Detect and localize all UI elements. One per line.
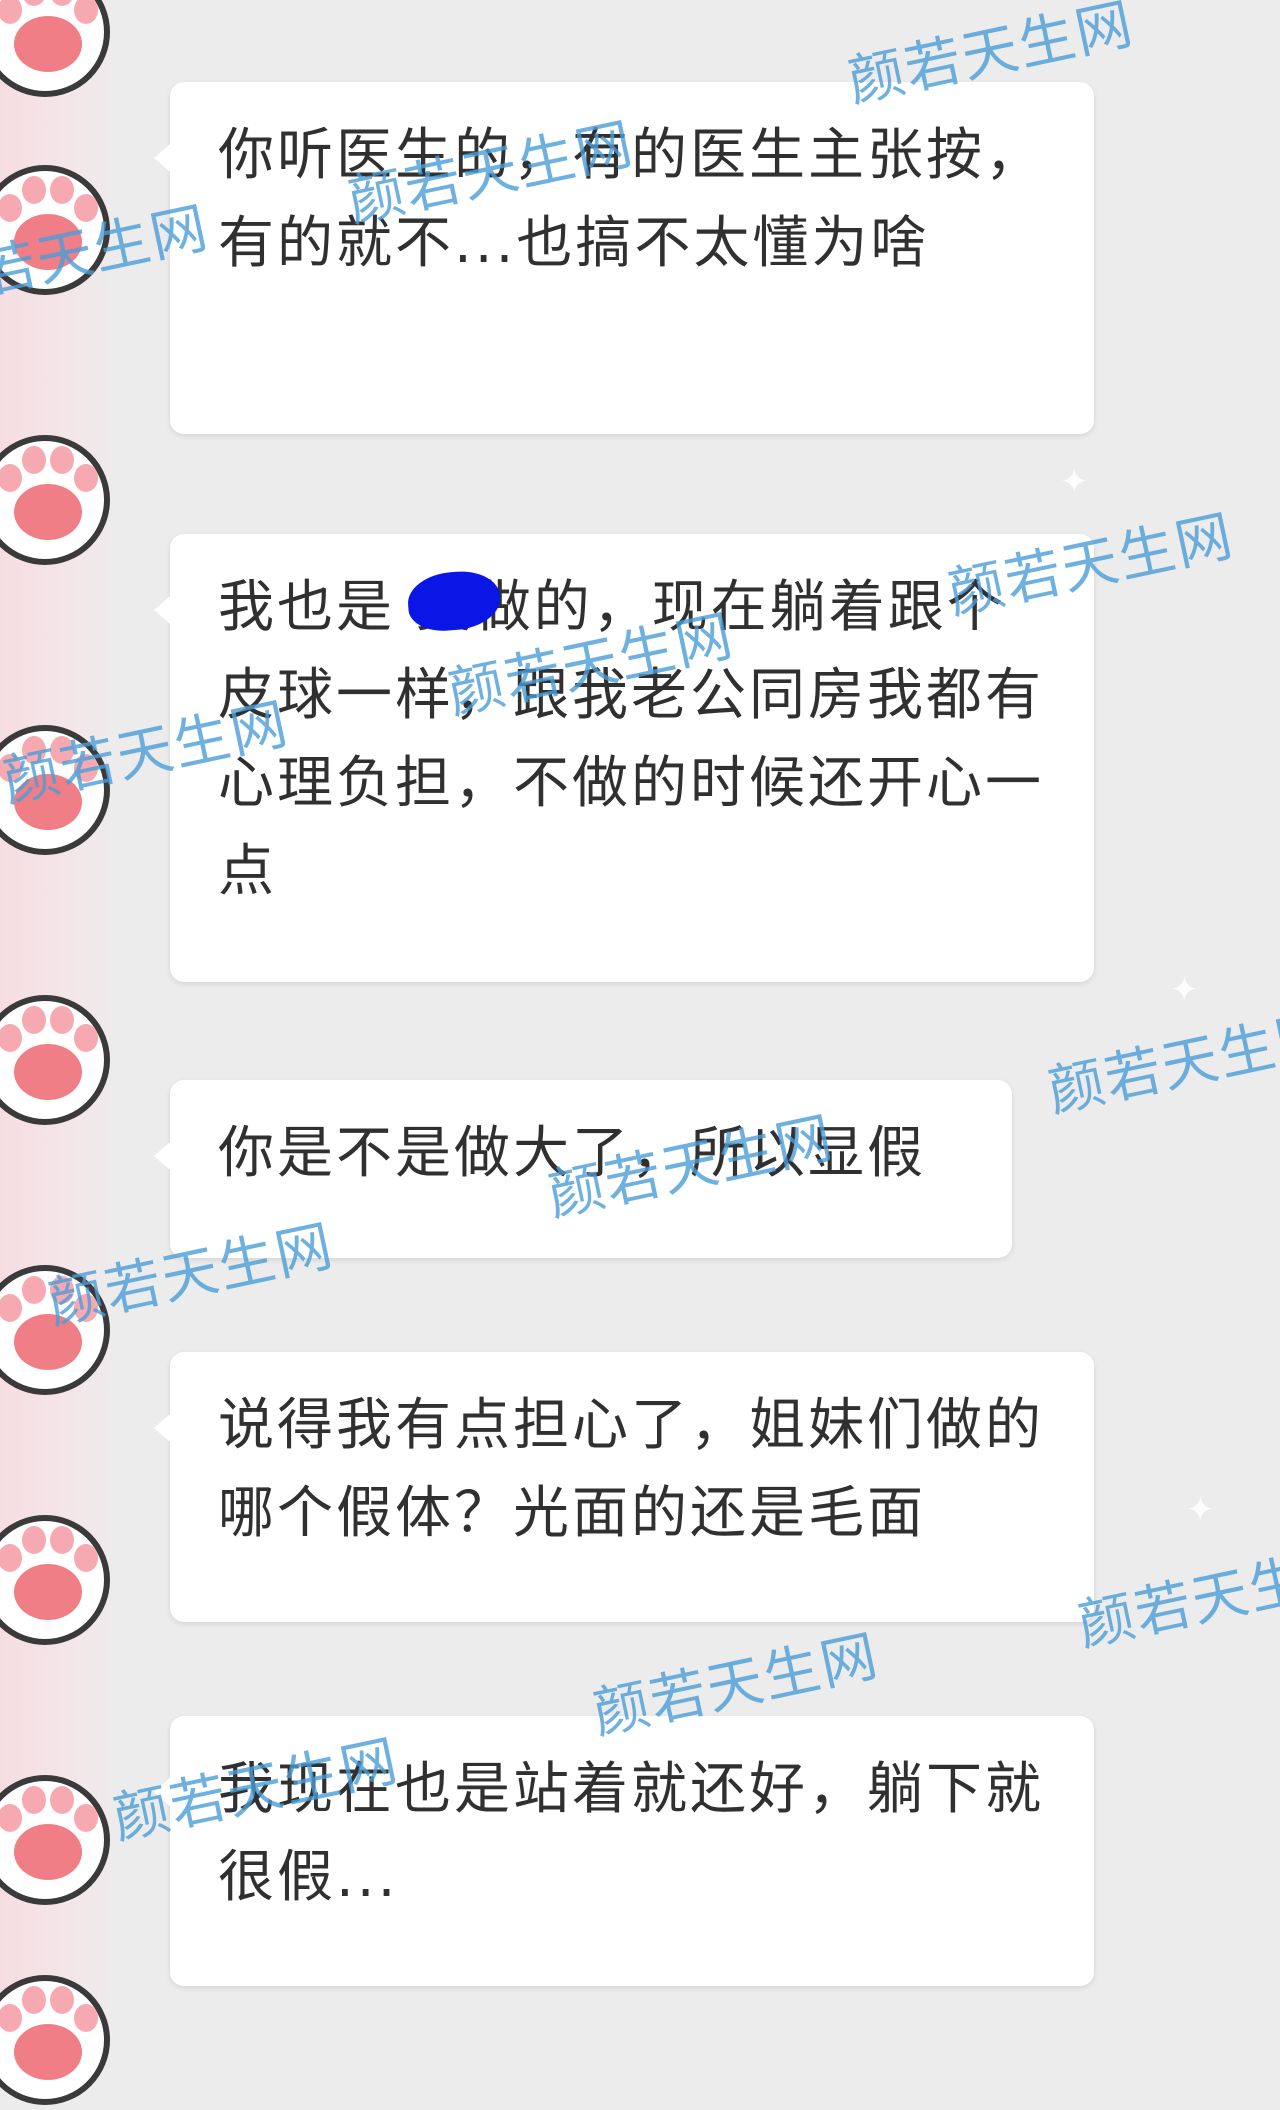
sparkle-icon: ✦ <box>1186 1490 1215 1530</box>
message-text: 你听医生的，有的医生主张按，有的就不...也搞不太懂为啥 <box>218 123 1044 276</box>
sparkle-icon: ✦ <box>1060 462 1089 502</box>
chat-screen: 你听医生的，有的医生主张按，有的就不...也搞不太懂为啥 我也是 美做的，现在躺… <box>0 0 1280 2044</box>
paw-icon[interactable] <box>0 710 120 860</box>
watermark: 颜若天生网 <box>1072 1535 1280 1660</box>
paw-icon[interactable] <box>0 0 120 102</box>
paw-icon[interactable] <box>0 1500 120 1650</box>
paw-icon[interactable] <box>0 420 120 570</box>
message-text: 我也是 美做的，现在躺着跟个皮球一样，跟我老公同房我都有心理负担，不做的时候还开… <box>218 575 1044 904</box>
paw-icon[interactable] <box>0 1960 120 2110</box>
message-bubble[interactable]: 你听医生的，有的医生主张按，有的就不...也搞不太懂为啥 <box>154 82 1094 434</box>
message-text: 我现在也是站着就还好，躺下就很假... <box>218 1757 1044 1910</box>
message-bubble[interactable]: 我也是 美做的，现在躺着跟个皮球一样，跟我老公同房我都有心理负担，不做的时候还开… <box>154 534 1094 982</box>
paw-icon[interactable] <box>0 1250 120 1400</box>
watermark: 颜若天生网 <box>1042 1001 1280 1126</box>
message-bubble[interactable]: 说得我有点担心了，姐妹们做的哪个假体？光面的还是毛面 <box>154 1352 1094 1622</box>
sparkle-icon: ✦ <box>1170 970 1199 1010</box>
paw-icon[interactable] <box>0 150 120 300</box>
message-text: 你是不是做大了，所以显假 <box>218 1121 926 1186</box>
paw-icon[interactable] <box>0 980 120 1130</box>
message-text: 说得我有点担心了，姐妹们做的哪个假体？光面的还是毛面 <box>218 1393 1044 1546</box>
message-bubble[interactable]: 你是不是做大了，所以显假 <box>154 1080 1012 1258</box>
paw-icon[interactable] <box>0 1760 120 1910</box>
message-bubble[interactable]: 我现在也是站着就还好，躺下就很假... <box>154 1716 1094 1986</box>
